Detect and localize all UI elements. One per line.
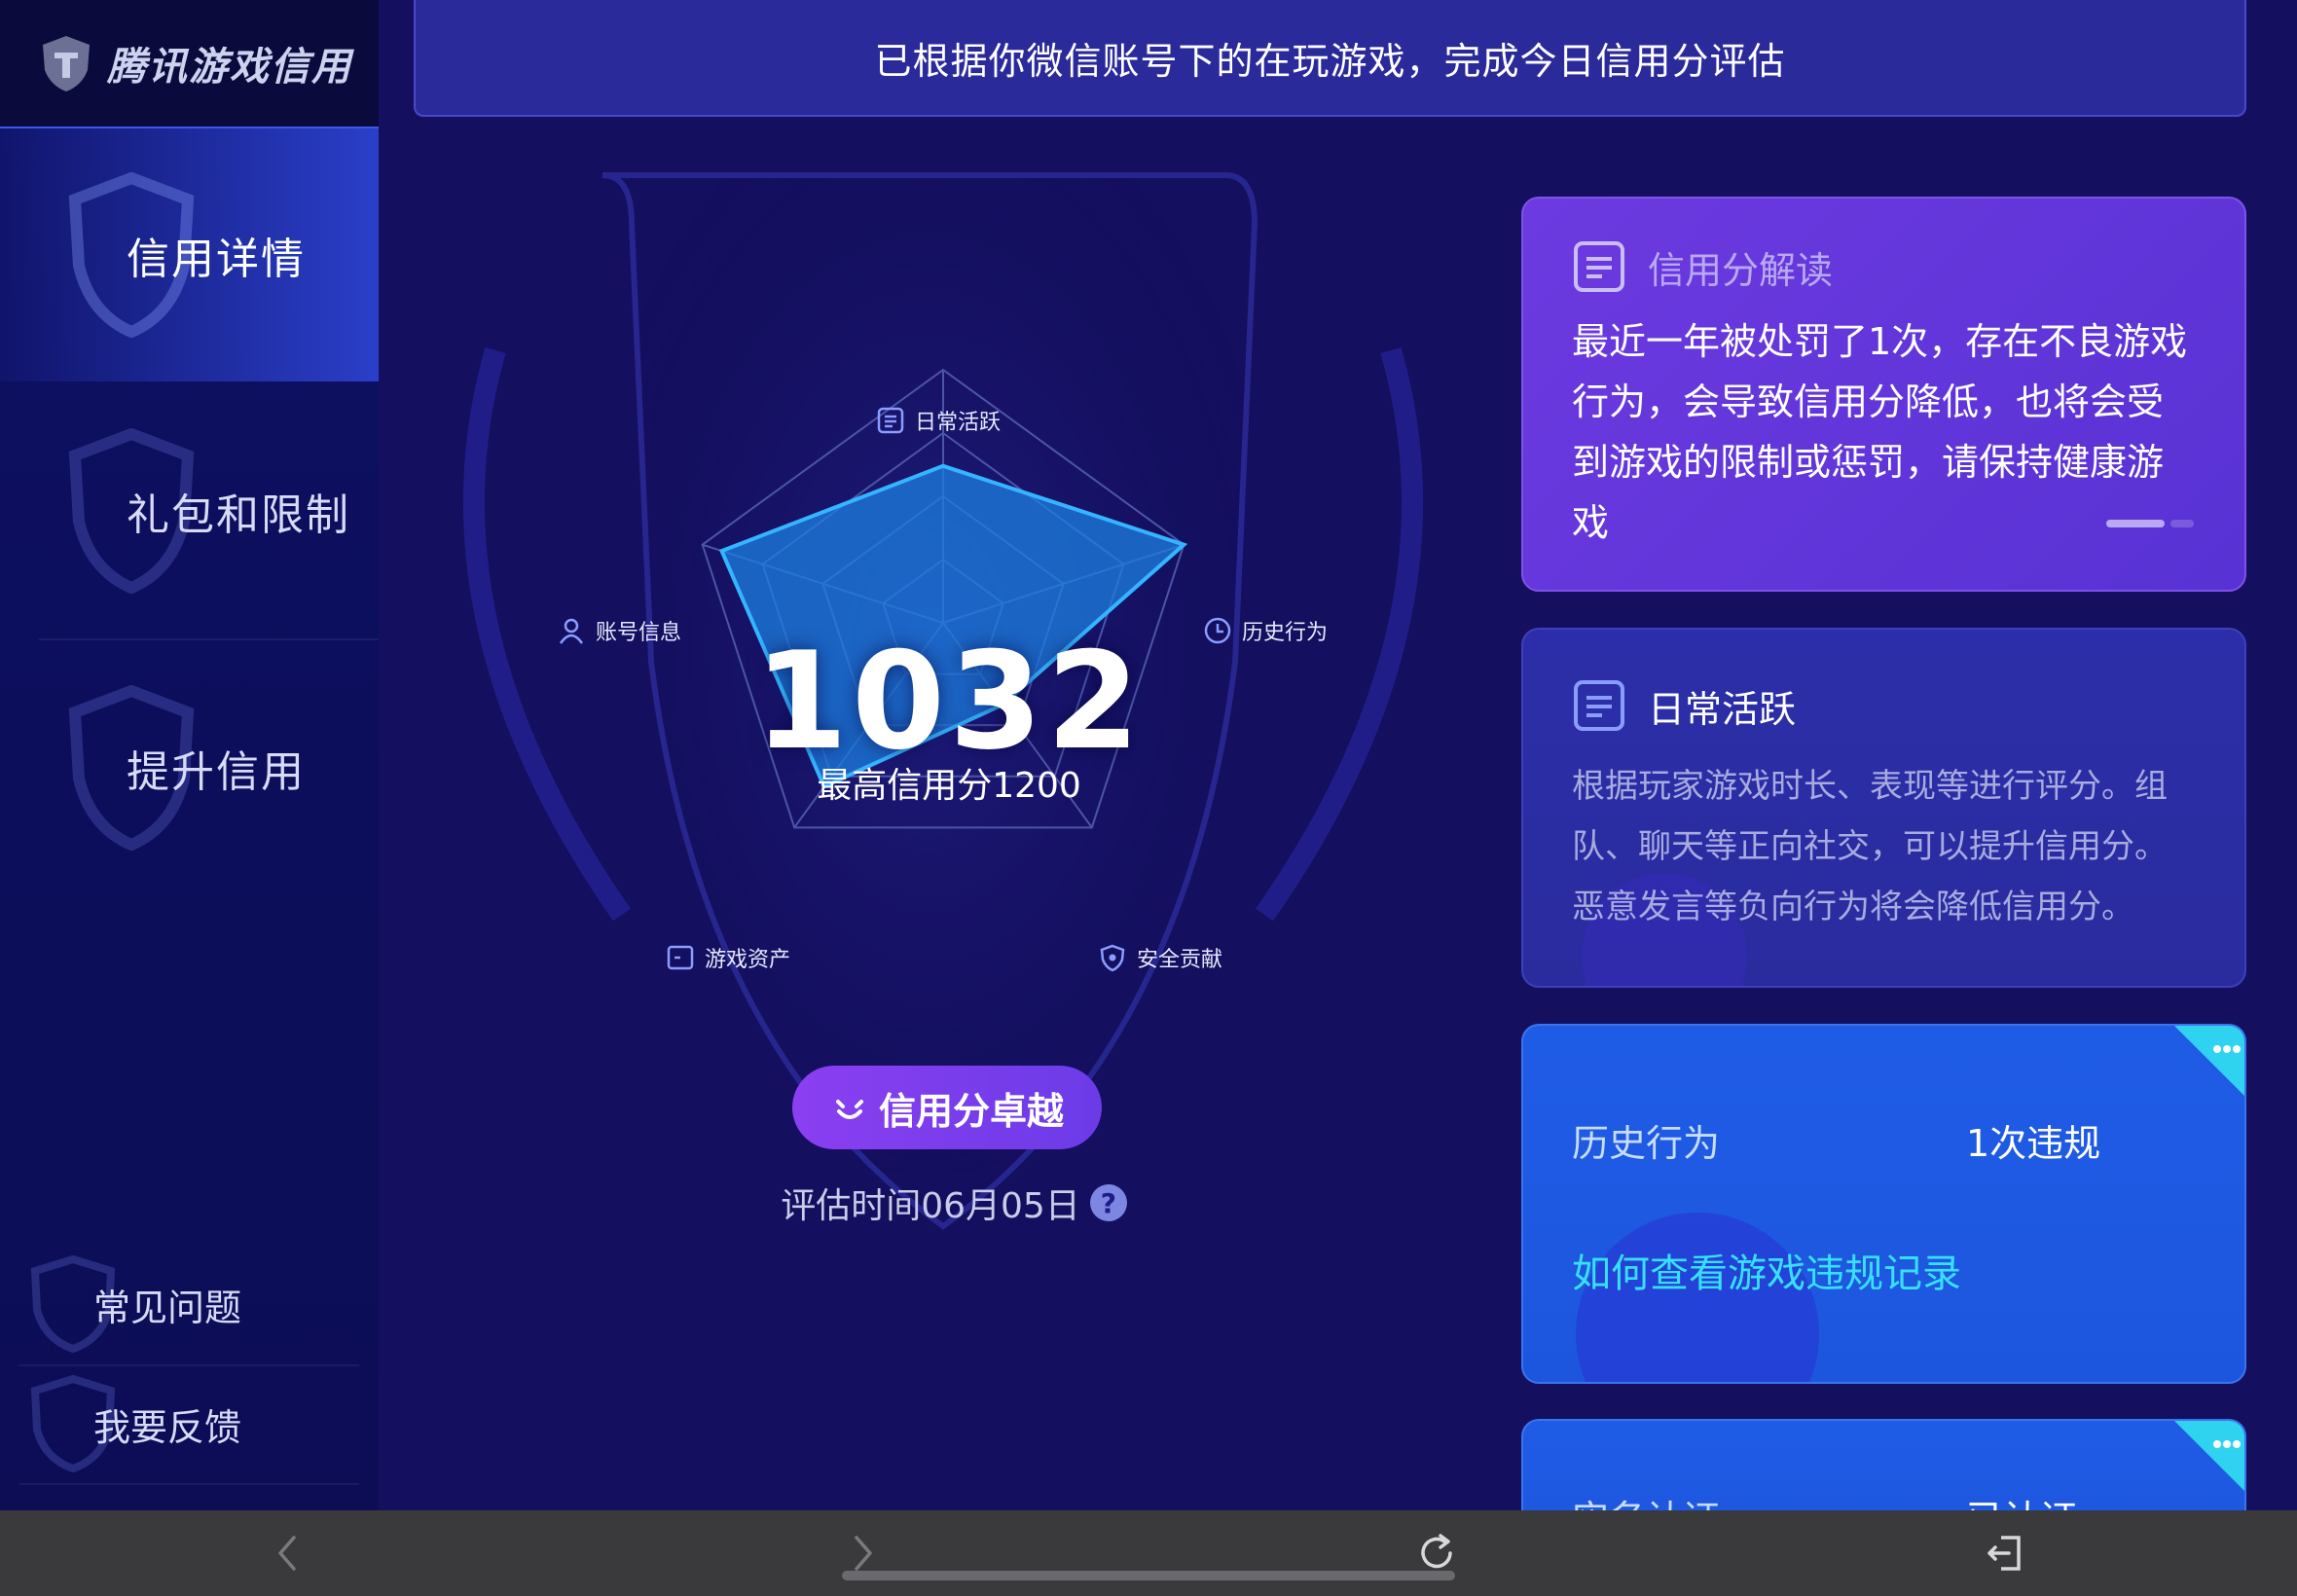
card-title: 信用分解读 xyxy=(1648,248,1834,292)
document-icon xyxy=(1574,680,1624,731)
evaluation-banner: 已根据你微信账号下的在玩游戏，完成今日信用分评估 xyxy=(414,0,2246,117)
radar-axis-history: 历史行为 xyxy=(1203,615,1328,646)
wallet-icon xyxy=(667,945,694,970)
credit-score-value: 1032 xyxy=(754,623,1145,780)
app-logo: 腾讯游戏信用 xyxy=(0,0,379,127)
sidebar-item-credit-details[interactable]: 信用详情 xyxy=(0,127,379,381)
card-header: 信用分解读 xyxy=(1572,239,1833,294)
more-corner-icon[interactable] xyxy=(2174,1421,2244,1491)
radar-axis-assets: 游戏资产 xyxy=(666,942,790,973)
document-icon xyxy=(1574,241,1624,292)
history-behavior-card[interactable]: 历史行为 1次违规 如何查看游戏违规记录 xyxy=(1521,1024,2246,1384)
card-title: 日常活跃 xyxy=(1648,687,1797,731)
view-violation-records-link[interactable]: 如何查看游戏违规记录 xyxy=(1572,1242,1961,1298)
credit-score-max: 最高信用分1200 xyxy=(817,766,1081,806)
decoration-circle xyxy=(1576,1213,1819,1382)
logo-text: 腾讯游戏信用 xyxy=(107,45,352,90)
sidebar-item-label: 我要反馈 xyxy=(93,1405,242,1449)
sidebar-item-improve-credit[interactable]: 提升信用 xyxy=(0,640,379,895)
back-icon[interactable] xyxy=(263,1528,313,1578)
radar-axis-security: 安全贡献 xyxy=(1098,942,1222,973)
home-indicator[interactable] xyxy=(842,1571,1455,1580)
card-body-text: 最近一年被处罚了1次，存在不良游戏行为，会导致信用分降低，也将会受到游戏的限制或… xyxy=(1572,320,2188,544)
credit-radar-chart xyxy=(462,172,1424,1230)
sidebar-item-gifts-limits[interactable]: 礼包和限制 xyxy=(0,383,379,638)
daily-activity-card[interactable]: 日常活跃 根据玩家游戏时长、表现等进行评分。组队、聊天等正向社交，可以提升信用分… xyxy=(1521,628,2246,988)
sidebar: 腾讯游戏信用 信用详情 礼包和限制 提升信用 常见问题 我要反馈 xyxy=(0,0,379,1510)
sidebar-item-label: 礼包和限制 xyxy=(127,490,350,540)
sidebar-item-label: 提升信用 xyxy=(127,747,306,797)
radar-axis-daily: 日常活跃 xyxy=(876,405,1001,436)
sidebar-item-faq[interactable]: 常见问题 xyxy=(0,1246,379,1362)
history-row: 历史行为 1次违规 xyxy=(1572,1113,2198,1167)
sidebar-item-feedback[interactable]: 我要反馈 xyxy=(0,1365,379,1482)
question-icon[interactable]: ? xyxy=(1089,1184,1127,1221)
user-icon xyxy=(559,618,584,644)
exit-icon[interactable] xyxy=(1980,1528,2030,1578)
credit-level-label: 信用分卓越 xyxy=(878,1089,1064,1133)
document-icon xyxy=(877,407,904,434)
browser-toolbar xyxy=(0,1510,2297,1596)
credit-interpretation-card[interactable]: 信用分解读 最近一年被处罚了1次，存在不良游戏行为，会导致信用分降低，也将会受到… xyxy=(1521,197,2246,592)
sidebar-item-label: 常见问题 xyxy=(93,1286,242,1329)
radar-axis-account: 账号信息 xyxy=(557,615,681,646)
credit-level-button[interactable]: 信用分卓越 xyxy=(792,1066,1102,1149)
card-body-text: 根据玩家游戏时长、表现等进行评分。组队、聊天等正向社交，可以提升信用分。恶意发言… xyxy=(1572,767,2168,926)
shield-logo-icon xyxy=(43,36,90,91)
history-value: 1次违规 xyxy=(1966,1122,2101,1165)
more-corner-icon[interactable] xyxy=(2174,1026,2244,1096)
sidebar-item-label: 信用详情 xyxy=(127,235,306,284)
divider xyxy=(19,1483,359,1485)
clock-icon xyxy=(1204,617,1231,644)
evaluation-time-text: 评估时间06月05日 xyxy=(781,1186,1080,1226)
evaluation-time: 评估时间06月05日 ? xyxy=(681,1178,1226,1228)
smile-icon xyxy=(835,1100,863,1119)
shield-icon xyxy=(1100,944,1125,972)
card-header: 日常活跃 xyxy=(1572,678,1796,733)
scroll-indicator xyxy=(2106,520,2194,527)
history-key: 历史行为 xyxy=(1572,1122,1721,1165)
